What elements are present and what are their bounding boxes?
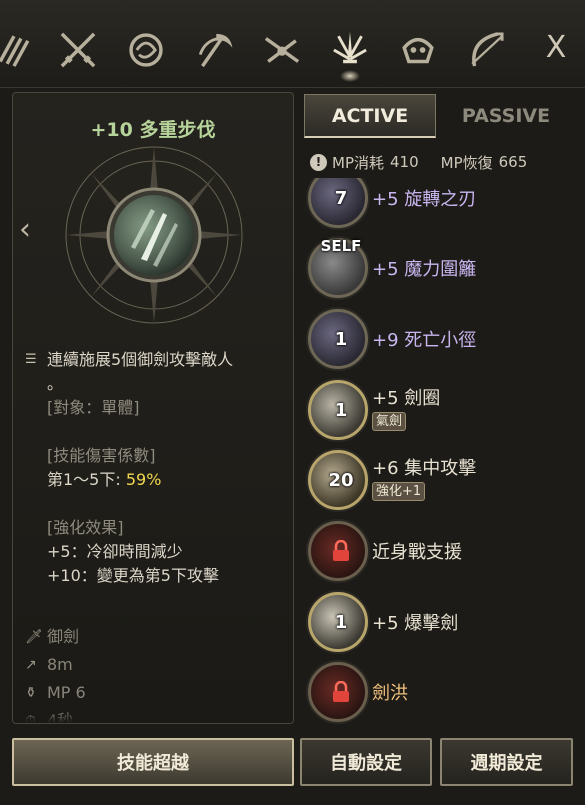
- weapon-type: 御劍: [47, 627, 80, 646]
- class-tab-blades[interactable]: [254, 22, 310, 78]
- skill-name: +9 死亡小徑: [372, 330, 477, 351]
- skill-name: +5 劍圈: [372, 388, 441, 409]
- skill-range: 8m: [47, 655, 73, 674]
- skill-icon: 20: [308, 450, 368, 510]
- mp-cost-value: 410: [390, 153, 419, 171]
- dragon-skull-icon: [402, 37, 434, 64]
- bow-icon: [471, 32, 504, 67]
- skill-item-2[interactable]: 1 +9 死亡小徑: [300, 309, 585, 373]
- enhance-header: [強化效果]: [47, 518, 124, 537]
- skill-name: +5 旋轉之刃: [372, 189, 477, 210]
- range-arrow-icon: ↗: [25, 657, 37, 673]
- skill-detail-panel: +10 多重步伐 ‹ ☰ 連續施展5個御劍攻擊敵人 。 [對象：單體] [技能傷…: [12, 92, 294, 724]
- coef-header: [技能傷害係數]: [47, 446, 156, 465]
- list-icon: ☰: [25, 352, 37, 367]
- skill-item-5[interactable]: 近身戰支援: [300, 521, 585, 585]
- enhance-effect-1: +5：冷卻時間減少: [47, 542, 183, 561]
- skill-list: 7 +5 旋轉之刃 SELF +5 魔力圍籬 1 +9 死亡小徑 1 +5 劍圈…: [300, 178, 585, 728]
- skill-name: +5 魔力圍籬: [372, 259, 477, 280]
- skill-item-7[interactable]: 劍洪: [300, 662, 585, 726]
- twin-blades-icon: [264, 37, 300, 63]
- orb-swirl-icon: [129, 33, 163, 67]
- coef-label: 第1～5下:: [47, 470, 126, 489]
- skill-level: 1: [334, 329, 348, 350]
- skill-icon: 1: [308, 592, 368, 652]
- mp-summary: ! MP消耗 410 MP恢復 665: [310, 151, 580, 173]
- class-tab-daggers[interactable]: [50, 22, 106, 78]
- skill-name: +6 集中攻擊: [372, 458, 477, 479]
- skill-item-0[interactable]: 7 +5 旋轉之刃: [300, 178, 585, 232]
- class-tab-bow[interactable]: [458, 22, 514, 78]
- target-label: [對象：單體]: [47, 398, 140, 417]
- description-text-cont: 。: [47, 374, 64, 393]
- skill-mp-cost: MP 6: [47, 683, 86, 702]
- skill-icon: [308, 521, 368, 581]
- skill-icon: SELF: [308, 237, 368, 298]
- skill-transcend-button[interactable]: 技能超越: [12, 738, 294, 786]
- auto-setting-button[interactable]: 自動設定: [300, 738, 432, 786]
- skill-emblem-icon: [65, 146, 243, 324]
- description-text: 連續施展5個御劍攻擊敵人: [47, 350, 234, 369]
- close-button[interactable]: X: [541, 29, 571, 65]
- coef-row: 第1～5下: 59%: [25, 468, 287, 492]
- skill-icon: 1: [308, 380, 368, 440]
- claw-icon: [0, 35, 30, 67]
- scythe-icon: [198, 33, 233, 68]
- class-tab-dragon[interactable]: [390, 22, 446, 78]
- class-tab-scythe[interactable]: [186, 22, 242, 78]
- skill-list-panel: ACTIVE PASSIVE ! MP消耗 410 MP恢復 665 7 +5 …: [300, 88, 585, 728]
- enhance-effect-2: +10：變更為第5下攻擊: [47, 566, 219, 585]
- warning-icon[interactable]: !: [310, 153, 327, 171]
- skill-icon: [308, 662, 368, 722]
- skill-meta: 🗡御劍 ↗8m ⚱MP 6 ⏱4秒: [25, 623, 86, 723]
- skill-level: 20: [328, 470, 354, 491]
- skill-title: +10 多重步伐: [90, 119, 216, 141]
- skill-tag: 強化+1: [372, 482, 426, 501]
- class-tab-sword-burst[interactable]: [322, 22, 378, 82]
- close-icon: X: [545, 29, 567, 65]
- class-tab-claw[interactable]: [0, 22, 42, 78]
- mp-regen-label: MP恢復: [440, 153, 493, 172]
- skill-item-3[interactable]: 1 +5 劍圈 氣劍: [300, 380, 585, 444]
- class-tab-bar: X: [0, 0, 585, 88]
- potion-icon: ⚱: [25, 685, 37, 701]
- sword-icon: 🗡: [25, 629, 43, 645]
- skill-name: 劍洪: [372, 683, 408, 704]
- lock-icon: [333, 540, 349, 561]
- skill-item-6[interactable]: 1 +5 爆擊劍: [300, 592, 585, 656]
- sword-burst-icon: [333, 31, 367, 64]
- skill-level: 1: [334, 612, 348, 633]
- skill-name: 近身戰支援: [372, 542, 462, 563]
- lock-icon: [333, 681, 349, 702]
- skill-item-1[interactable]: SELF +5 魔力圍籬: [300, 237, 585, 302]
- mp-cost-label: MP消耗: [332, 153, 384, 172]
- skill-level: SELF: [320, 237, 362, 255]
- skill-level: 1: [334, 400, 348, 421]
- crossed-daggers-icon: [60, 32, 96, 68]
- coef-value: 59%: [125, 470, 162, 489]
- cycle-setting-button[interactable]: 週期設定: [440, 738, 573, 786]
- skill-icon: 1: [308, 309, 368, 369]
- skill-item-4[interactable]: 20 +6 集中攻擊 強化+1: [300, 450, 585, 514]
- tab-passive[interactable]: PASSIVE: [440, 94, 572, 138]
- scroll-fade: [13, 711, 293, 723]
- skill-tag: 氣劍: [372, 412, 407, 431]
- skill-level: 7: [334, 188, 348, 209]
- tab-active[interactable]: ACTIVE: [304, 94, 436, 138]
- skill-name: +5 爆擊劍: [372, 613, 459, 634]
- class-tab-orb[interactable]: [118, 22, 174, 78]
- skill-description: ☰ 連續施展5個御劍攻擊敵人 。 [對象：單體] [技能傷害係數] 第1～5下: …: [25, 348, 287, 588]
- skill-icon: 7: [308, 178, 368, 228]
- mp-regen-value: 665: [498, 153, 528, 171]
